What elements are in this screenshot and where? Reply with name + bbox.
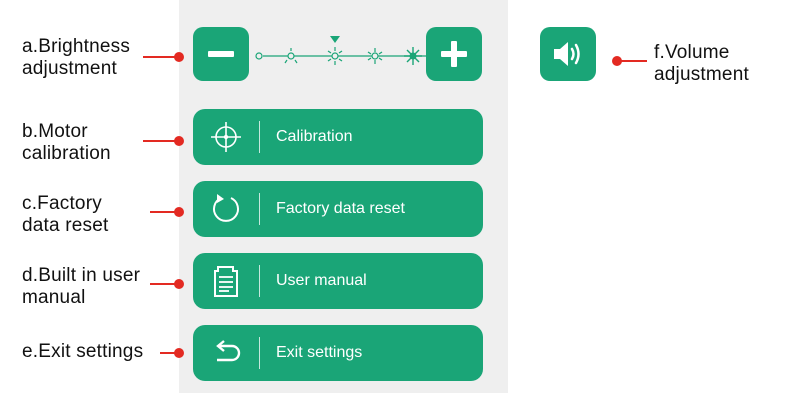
exit-settings-label: Exit settings — [276, 344, 363, 361]
callout-text: data reset — [22, 215, 109, 236]
crosshair-icon — [193, 109, 259, 165]
document-icon — [193, 253, 259, 309]
callout-text: f.Volume — [654, 42, 730, 63]
callout-text: adjustment — [654, 64, 749, 85]
leader-line — [143, 140, 178, 142]
reset-icon — [193, 181, 259, 237]
callout-factory-reset: c.Factory data reset — [22, 193, 109, 237]
callout-dot — [174, 136, 184, 146]
back-arrow-icon — [193, 325, 259, 381]
brightness-decrease-button[interactable] — [193, 27, 249, 81]
user-manual-button[interactable]: User manual — [193, 253, 483, 309]
callout-calibration: b.Motor calibration — [22, 121, 111, 165]
callout-text: calibration — [22, 143, 111, 164]
callout-text: manual — [22, 287, 86, 308]
brightness-level-1-icon[interactable] — [255, 52, 263, 60]
callout-text: d.Built in user — [22, 265, 141, 286]
user-manual-label: User manual — [276, 272, 367, 289]
brightness-level-5-icon[interactable] — [404, 47, 422, 65]
calibration-label: Calibration — [276, 128, 353, 145]
callout-dot — [174, 207, 184, 217]
exit-settings-button[interactable]: Exit settings — [193, 325, 483, 381]
callout-text: adjustment — [22, 58, 117, 79]
current-level-marker-icon — [330, 36, 340, 43]
callout-brightness: a.Brightness adjustment — [22, 36, 130, 80]
minus-icon — [208, 51, 234, 57]
callout-volume: f.Volume adjustment — [654, 42, 749, 86]
brightness-level-3-icon[interactable] — [327, 36, 343, 65]
leader-line — [143, 56, 178, 58]
factory-reset-button[interactable]: Factory data reset — [193, 181, 483, 237]
callout-exit-settings: e.Exit settings — [22, 341, 143, 363]
callout-dot — [174, 348, 184, 358]
divider — [259, 337, 260, 369]
divider — [259, 193, 260, 225]
divider — [259, 265, 260, 297]
callout-dot — [174, 52, 184, 62]
leader-line — [617, 60, 647, 62]
plus-icon — [441, 41, 467, 67]
callout-text: c.Factory — [22, 193, 102, 214]
callout-user-manual: d.Built in user manual — [22, 265, 140, 309]
callout-text: b.Motor — [22, 121, 88, 142]
callout-text: e.Exit settings — [22, 341, 144, 362]
brightness-level-track[interactable] — [253, 36, 433, 66]
factory-reset-label: Factory data reset — [276, 200, 405, 217]
brightness-increase-button[interactable] — [426, 27, 482, 81]
callout-text: a.Brightness — [22, 36, 131, 57]
volume-button[interactable] — [540, 27, 596, 81]
callout-dot — [174, 279, 184, 289]
calibration-button[interactable]: Calibration — [193, 109, 483, 165]
divider — [259, 121, 260, 153]
speaker-icon — [554, 42, 580, 66]
